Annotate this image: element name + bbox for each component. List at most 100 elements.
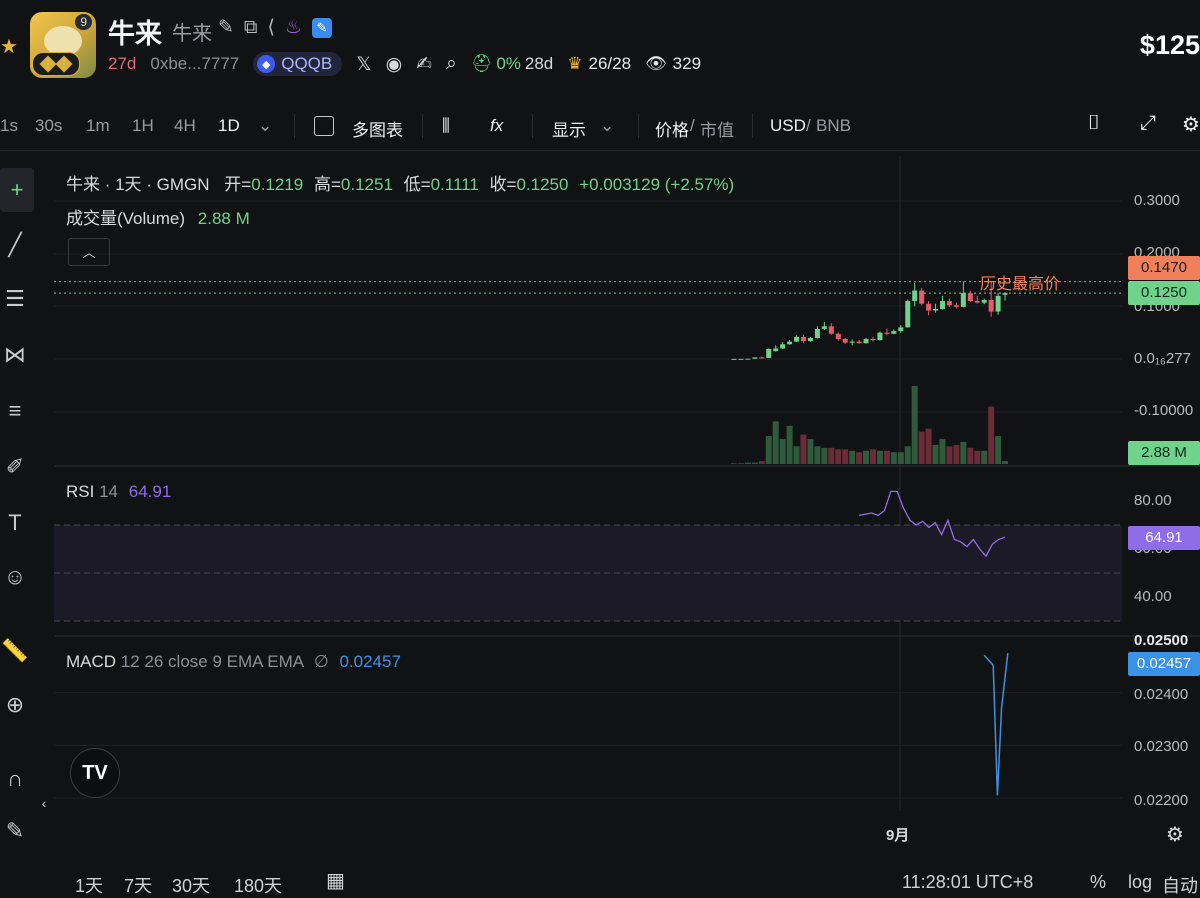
crosshair-tool-icon[interactable]: + xyxy=(0,168,34,212)
clock-time[interactable]: 11:28:01 UTC+8 xyxy=(902,872,1033,893)
bnb-toggle[interactable]: BNB xyxy=(816,116,851,136)
volume-bar xyxy=(995,436,1002,464)
fullscreen-icon[interactable]: ⤢ xyxy=(1140,112,1156,135)
interval-dropdown-chevron-icon[interactable]: ⌄ xyxy=(258,116,272,136)
search-icon[interactable]: ⌕ xyxy=(446,53,457,75)
volume-bar xyxy=(1002,461,1009,464)
axis-settings-gear-icon[interactable]: ⚙ xyxy=(1166,822,1184,847)
candle-body xyxy=(773,348,779,352)
chart-canvas[interactable] xyxy=(54,156,1200,836)
candle-body xyxy=(981,300,987,303)
interval-30s[interactable]: 30s xyxy=(35,116,62,136)
range-1d[interactable]: 1天 xyxy=(75,872,103,898)
macd-value-box: 0.02457 xyxy=(1128,652,1200,676)
interval-1m[interactable]: 1m xyxy=(86,116,110,136)
pattern-tool-icon[interactable]: ⋈ xyxy=(0,340,30,370)
volume-legend: 成交量(Volume) 2.88 M xyxy=(66,204,250,229)
legend-high-label: 高= xyxy=(313,175,341,194)
candle-body xyxy=(967,293,973,302)
interval-1s[interactable]: 1s xyxy=(0,116,18,136)
interval-1h[interactable]: 1H xyxy=(132,116,154,136)
chef-stat[interactable]: ⛑ 0% 28d xyxy=(471,54,554,74)
magnet-tool-icon[interactable]: ∩ xyxy=(0,764,30,794)
volume-bar xyxy=(925,428,932,464)
holders-stat[interactable]: ♛ 26/28 xyxy=(567,54,631,74)
candle-body xyxy=(794,336,800,342)
fib-tool-icon[interactable]: ≡ xyxy=(0,396,30,426)
edit-icon[interactable]: ✎ xyxy=(218,16,234,39)
macd-label: MACD xyxy=(66,652,117,671)
macd-axis-0.023: 0.02300 xyxy=(1134,738,1189,755)
usd-toggle[interactable]: USD xyxy=(770,116,806,136)
range-180d[interactable]: 180天 xyxy=(234,872,282,898)
collapse-sidebar-chevron-icon[interactable]: ‹ xyxy=(34,788,54,818)
candle-body xyxy=(731,358,737,360)
market-cap-toggle[interactable]: 市值 xyxy=(700,116,734,141)
horizontal-lines-tool-icon[interactable]: ☰ xyxy=(0,284,30,314)
interval-1d[interactable]: 1D xyxy=(218,116,240,136)
volume-bar xyxy=(863,450,870,464)
volume-bar xyxy=(814,446,821,464)
brush-tool-icon[interactable]: ✐ xyxy=(0,452,30,482)
display-chevron-icon[interactable]: ⌄ xyxy=(600,116,614,136)
views-stat: 👁 329 xyxy=(645,54,702,73)
contract-address[interactable]: 0xbe...7777 xyxy=(150,54,239,74)
collapse-legend-chevron-up-icon[interactable]: ︿ xyxy=(68,238,110,266)
x-logo-icon[interactable]: 𝕏 xyxy=(356,53,371,76)
legend-symbol: 牛来 · 1天 · GMGN xyxy=(66,175,210,194)
emoji-tool-icon[interactable]: ☺ xyxy=(0,562,30,592)
volume-bar xyxy=(870,449,876,464)
percent-scale-toggle[interactable]: % xyxy=(1090,872,1106,893)
candle-body xyxy=(842,338,848,343)
calendar-icon[interactable]: ▦ xyxy=(326,868,345,893)
price-toggle[interactable]: 价格 xyxy=(655,116,689,141)
indicators-fx-icon[interactable]: fx xyxy=(490,116,503,136)
candle-body xyxy=(807,337,813,342)
interval-4h[interactable]: 4H xyxy=(174,116,196,136)
ruler-tool-icon[interactable]: 📏 xyxy=(0,636,30,666)
camera-icon[interactable]: ⌷ xyxy=(1088,112,1100,135)
crown-icon: ♛ xyxy=(567,54,583,73)
zoom-in-tool-icon[interactable]: ⊕ xyxy=(0,690,30,720)
volume-bar xyxy=(786,425,793,464)
volume-price-box: 2.88 M xyxy=(1128,441,1200,465)
legend-high: 0.1251 xyxy=(340,175,393,194)
range-30d[interactable]: 30天 xyxy=(172,872,210,898)
x-axis-label-sep: 9月 xyxy=(886,827,910,844)
legend-open: 0.1219 xyxy=(251,175,304,194)
legend-close-label: 收= xyxy=(489,175,517,194)
tweet-edit-icon[interactable]: ✎ xyxy=(311,17,332,38)
favorite-star-icon[interactable]: ★ xyxy=(0,34,18,59)
trend-line-tool-icon[interactable]: ╱ xyxy=(0,230,30,260)
settings-gear-icon[interactable]: ⚙ xyxy=(1182,112,1200,137)
volume-bar xyxy=(731,463,737,464)
log-scale-toggle[interactable]: log xyxy=(1128,872,1152,893)
tradingview-logo-icon[interactable]: TV xyxy=(70,748,120,798)
notes-icon[interactable]: ✍ xyxy=(416,53,432,76)
macd-null-icon: ∅ xyxy=(313,652,329,671)
flame-icon[interactable]: ♨ xyxy=(285,16,302,39)
candle-style-icon[interactable]: ⫼ xyxy=(442,116,450,136)
macd-axis-0.025: 0.02500 xyxy=(1134,632,1189,649)
rsi-legend: RSI 14 64.91 xyxy=(66,482,171,502)
volume-bar xyxy=(849,450,856,464)
macd-legend: MACD 12 26 close 9 EMA EMA ∅ 0.02457 xyxy=(66,652,401,672)
candle-body xyxy=(835,333,841,339)
multi-chart-checkbox[interactable] xyxy=(314,116,334,138)
multi-chart-label[interactable]: 多图表 xyxy=(352,116,403,141)
price-chart[interactable]: 牛来 · 1天 · GMGN 开=0.1219 高=0.1251 低=0.111… xyxy=(54,156,1200,846)
volume-bar xyxy=(772,421,779,464)
share-icon[interactable]: ⟨ xyxy=(268,16,275,39)
volume-bar xyxy=(744,462,751,464)
token-avatar[interactable]: 9 xyxy=(30,12,96,78)
lock-drawing-tool-icon[interactable]: ✎ xyxy=(0,816,30,846)
macd-params: 12 26 close 9 EMA EMA xyxy=(120,652,304,671)
qqqb-pill[interactable]: ◆ QQQB xyxy=(253,52,343,76)
volume-bar xyxy=(828,447,835,464)
display-menu[interactable]: 显示 xyxy=(552,116,586,141)
website-icon[interactable]: ◉ xyxy=(386,53,403,76)
auto-scale-toggle[interactable]: 自动 xyxy=(1162,872,1198,898)
copy-icon[interactable]: ⧉ xyxy=(244,17,258,39)
range-7d[interactable]: 7天 xyxy=(124,872,152,898)
text-tool-icon[interactable]: T xyxy=(0,508,30,538)
